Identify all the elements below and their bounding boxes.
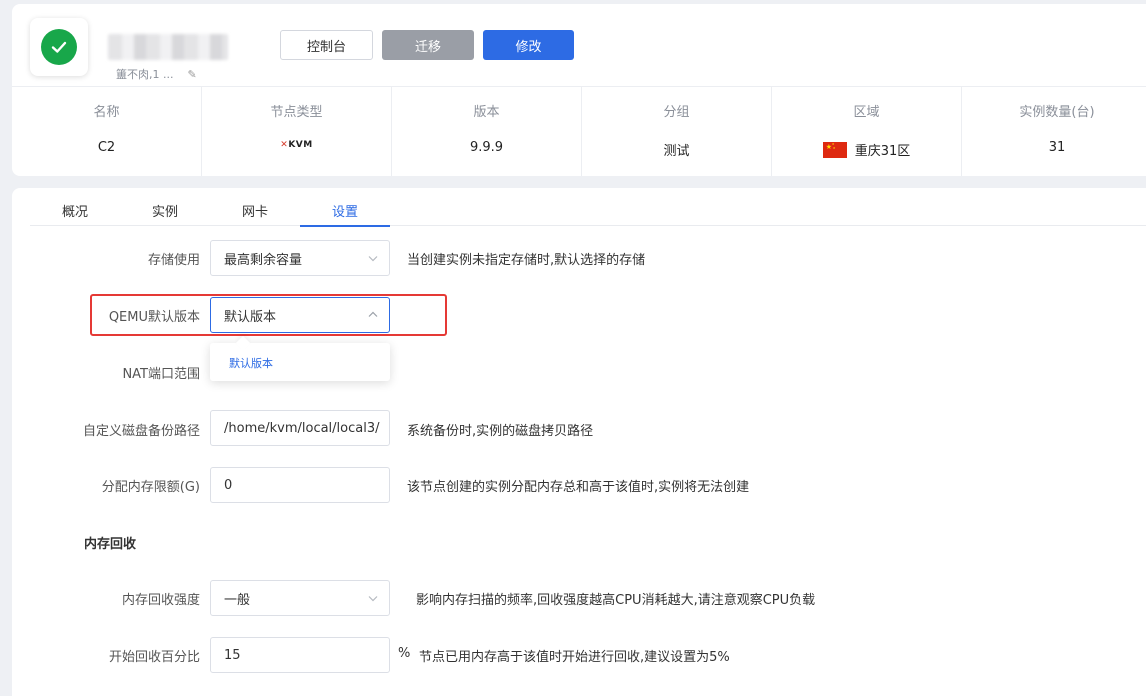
info-col-region: 区域 ★ ★ ★ 重庆31区 <box>772 87 962 176</box>
qemu-version-dropdown: 默认版本 <box>210 335 390 381</box>
info-col-instance-count: 实例数量(台) 31 <box>962 87 1146 176</box>
info-header: 区域 <box>853 105 880 120</box>
node-header-card: 簠不肉,1 ... ✎ 控制台 迁移 修改 名称 C2 节点类型 ✕KVM 版本 … <box>12 4 1146 176</box>
info-value: 9.9.9 <box>392 140 581 155</box>
reclaim-percent-unit: % <box>398 646 411 661</box>
mem-limit-value: 0 <box>224 477 233 493</box>
info-value-text: C2 <box>97 140 116 155</box>
migrate-button[interactable]: 迁移 <box>382 30 474 60</box>
kvm-logo-text: KVM <box>288 140 313 150</box>
info-header: 分组 <box>663 105 690 120</box>
section-title-mem-reclaim: 内存回收 <box>84 537 137 552</box>
mem-limit-input[interactable]: 0 <box>210 467 390 503</box>
reclaim-strength-label: 内存回收强度 <box>121 593 200 608</box>
node-name-blurred <box>108 34 228 60</box>
mem-limit-hint: 该节点创建的实例分配内存总和高于该值时,实例将无法创建 <box>407 480 750 495</box>
reclaim-strength-hint: 影响内存扫描的频率,回收强度越高CPU消耗越大,请注意观察CPU负载 <box>416 593 816 608</box>
backup-path-hint: 系统备份时,实例的磁盘拷贝路径 <box>407 424 594 439</box>
info-col-version: 版本 9.9.9 <box>392 87 582 176</box>
check-circle-icon <box>41 29 77 65</box>
tab-nic[interactable]: 网卡 <box>242 201 268 220</box>
dropdown-option-default[interactable]: 默认版本 <box>229 355 273 371</box>
backup-path-value: /home/kvm/local/local3/ <box>224 420 380 436</box>
reclaim-strength-select[interactable]: 一般 <box>210 580 390 616</box>
modify-button[interactable]: 修改 <box>483 30 574 60</box>
tab-overview[interactable]: 概况 <box>62 201 88 220</box>
reclaim-strength-value: 一般 <box>224 592 251 608</box>
storage-select[interactable]: 最高剩余容量 <box>210 240 390 276</box>
info-grid: 名称 C2 节点类型 ✕KVM 版本 9.9.9 分组 测试 区域 ★ ★ ★ 重庆… <box>12 86 1146 176</box>
info-value: 测试 <box>582 140 771 159</box>
info-value-text: 测试 <box>663 144 690 159</box>
kvm-logo-icon: ✕KVM <box>280 140 313 150</box>
info-value: C2 <box>12 140 201 155</box>
info-value-text: 9.9.9 <box>469 140 504 155</box>
highlight-box <box>90 294 447 336</box>
console-button[interactable]: 控制台 <box>280 30 373 60</box>
node-subtitle-text: 簠不肉,1 ... <box>116 68 174 81</box>
info-header: 实例数量(台) <box>1019 105 1095 120</box>
reclaim-percent-label: 开始回收百分比 <box>108 650 200 665</box>
info-header: 版本 <box>473 105 500 120</box>
storage-hint: 当创建实例未指定存储时,默认选择的存储 <box>407 253 646 268</box>
node-subtitle: 簠不肉,1 ... ✎ <box>116 66 197 82</box>
chevron-down-icon <box>368 596 378 602</box>
backup-path-label: 自定义磁盘备份路径 <box>82 424 200 439</box>
settings-card: 概况 实例 网卡 设置 存储使用 最高剩余容量 当创建实例未指定存储时,默认选择… <box>12 188 1146 696</box>
tab-instances[interactable]: 实例 <box>152 201 178 220</box>
tab-settings[interactable]: 设置 <box>332 201 358 220</box>
nat-label: NAT端口范围 <box>122 367 200 382</box>
info-col-node-type: 节点类型 ✕KVM <box>202 87 392 176</box>
tab-bar: 概况 实例 网卡 设置 <box>30 188 1146 227</box>
storage-label: 存储使用 <box>147 253 200 268</box>
dropdown-arrow <box>235 335 251 351</box>
info-value-text: 重庆31区 <box>854 144 911 159</box>
info-header: 节点类型 <box>270 105 323 120</box>
reclaim-percent-value: 15 <box>224 647 241 663</box>
reclaim-percent-hint: 节点已用内存高于该值时开始进行回收,建议设置为5% <box>419 650 730 665</box>
reclaim-percent-input[interactable]: 15 <box>210 637 390 673</box>
info-value: ★ ★ ★ 重庆31区 <box>772 140 961 159</box>
chevron-down-icon <box>368 256 378 262</box>
status-box <box>30 18 88 76</box>
mem-limit-label: 分配内存限额(G) <box>101 480 200 495</box>
info-col-name: 名称 C2 <box>12 87 202 176</box>
info-value: 31 <box>962 140 1146 155</box>
info-value: ✕KVM <box>202 140 391 150</box>
edit-icon[interactable]: ✎ <box>187 68 196 81</box>
info-header: 名称 <box>93 105 120 120</box>
info-col-group: 分组 测试 <box>582 87 772 176</box>
storage-select-value: 最高剩余容量 <box>224 252 303 268</box>
backup-path-input[interactable]: /home/kvm/local/local3/ <box>210 410 390 446</box>
china-flag-icon: ★ ★ ★ <box>822 141 847 158</box>
active-tab-indicator <box>300 225 390 227</box>
info-value-text: 31 <box>1048 140 1066 155</box>
